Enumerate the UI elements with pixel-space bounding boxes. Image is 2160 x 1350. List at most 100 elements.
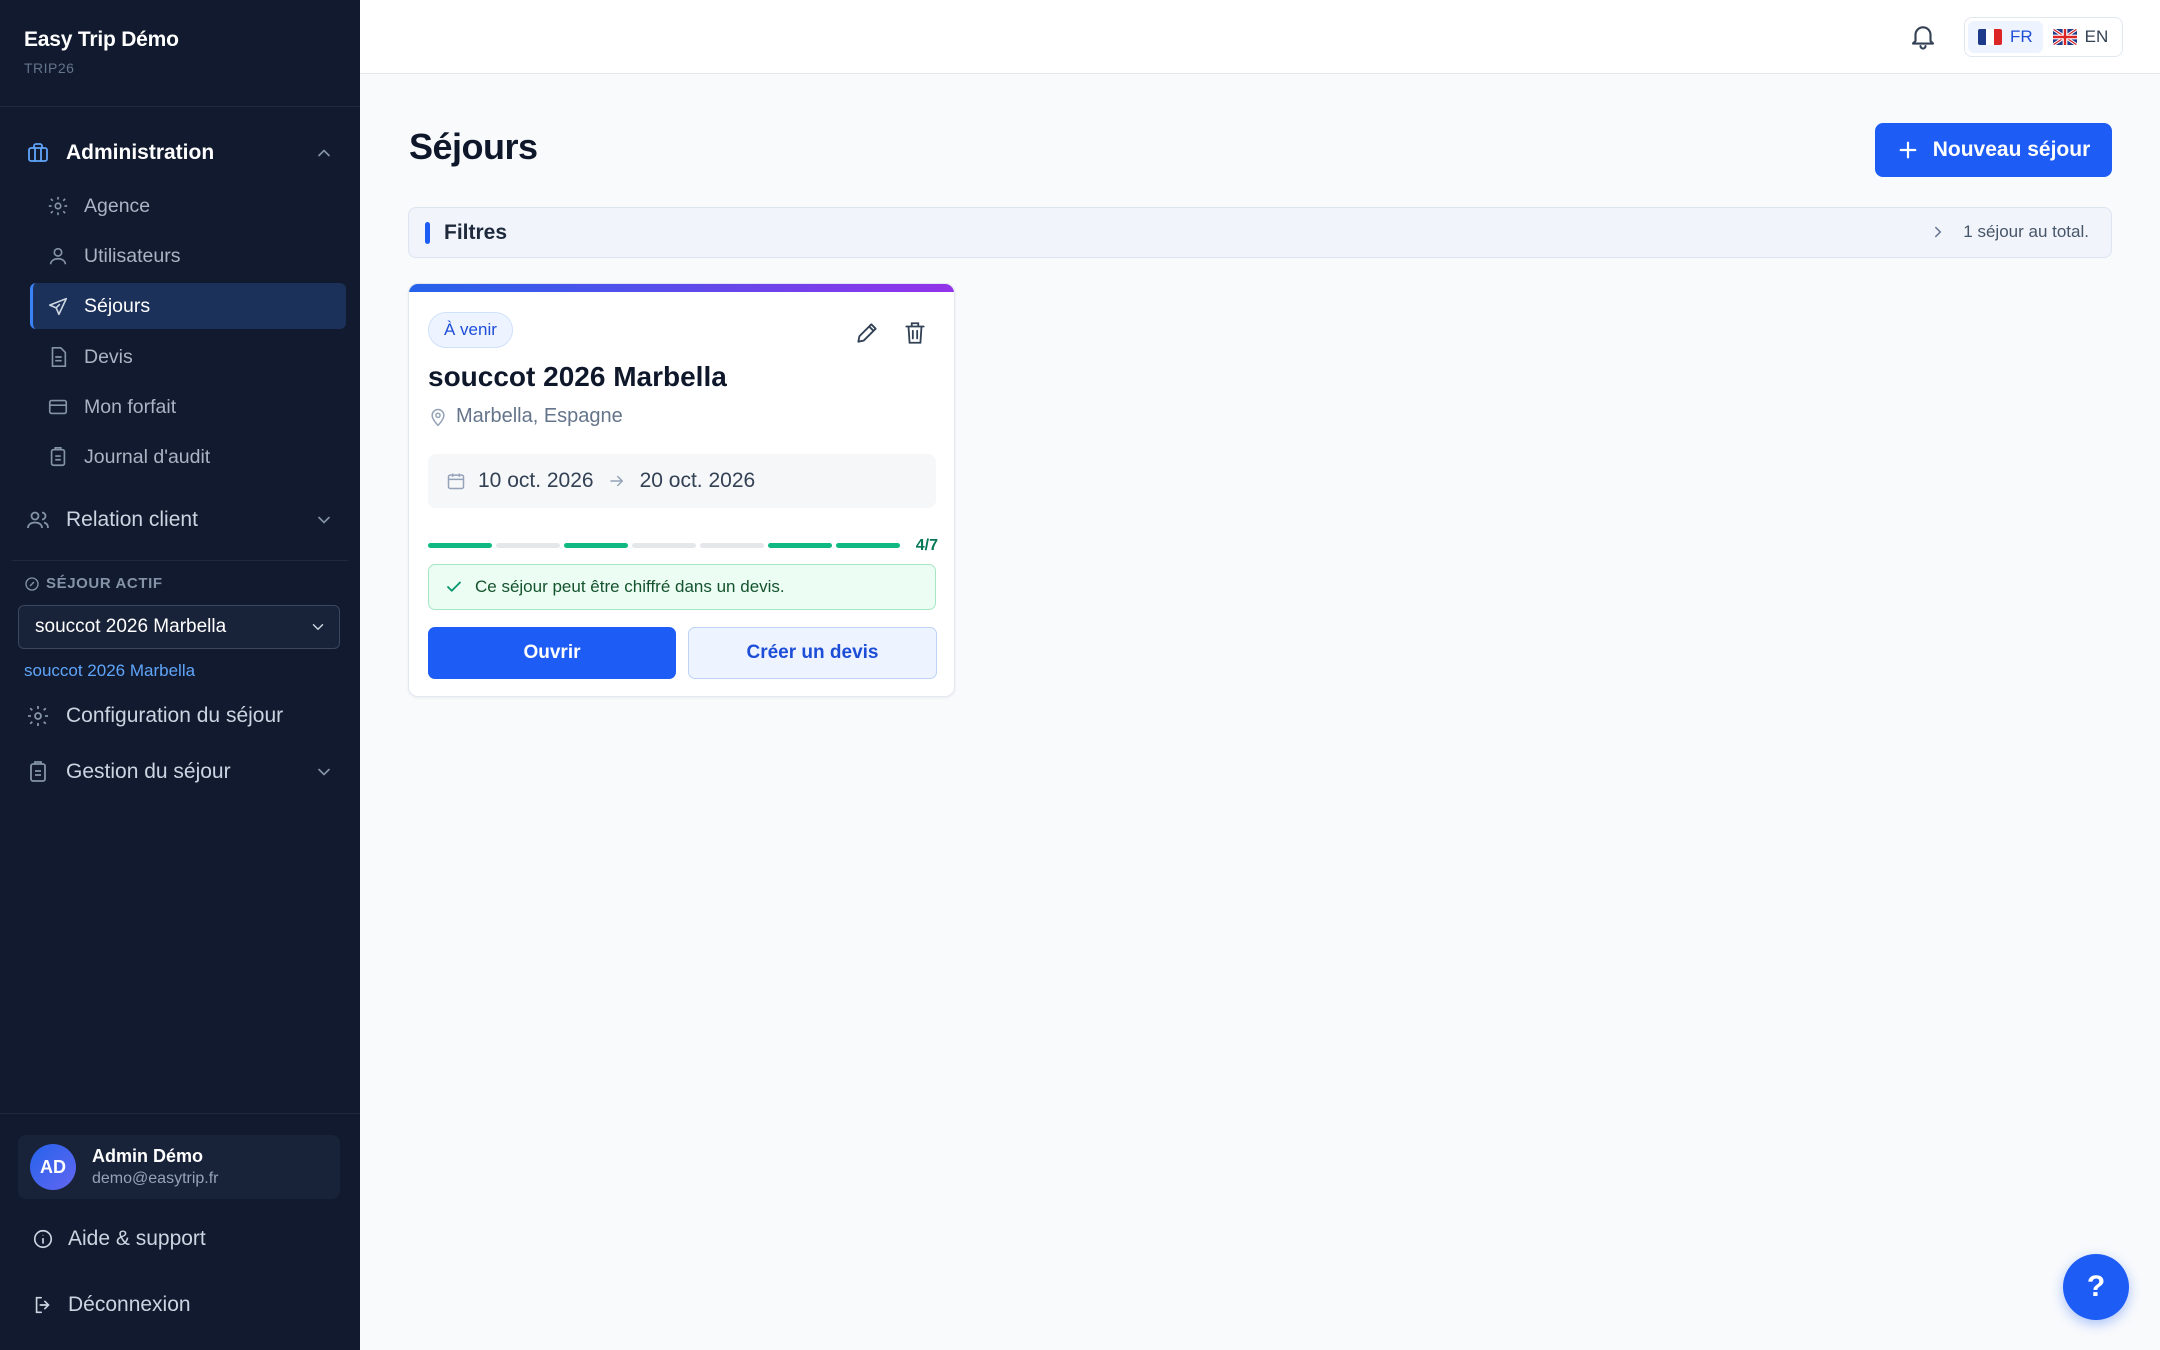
calendar-icon [446, 471, 466, 491]
active-stay-label-text: SÉJOUR ACTIF [46, 575, 163, 592]
help-support-link[interactable]: Aide & support [30, 1219, 206, 1259]
stay-card: À venir souccot 2026 Marbella Marbella, … [408, 283, 955, 697]
bell-icon[interactable] [1908, 20, 1938, 52]
language-code: FR [2010, 27, 2033, 46]
active-stay-value: souccot 2026 Marbella [35, 616, 227, 637]
brand-code: TRIP26 [24, 60, 75, 76]
progress-segment [632, 543, 696, 548]
user-email: demo@easytrip.fr [92, 1170, 219, 1187]
help-fab-button[interactable]: ? [2063, 1254, 2129, 1320]
active-stay-link[interactable]: souccot 2026 Marbella [24, 661, 195, 681]
divider [0, 106, 360, 107]
status-badge: À venir [428, 312, 513, 348]
sidebar-item-agence[interactable]: Agence [30, 183, 346, 229]
map-pin-icon [428, 406, 448, 428]
chevron-up-icon [318, 149, 330, 157]
stay-location-text: Marbella, Espagne [456, 405, 623, 427]
sidebar-item-label: Agence [84, 194, 151, 217]
credit-card-icon [46, 395, 70, 419]
help-support-label: Aide & support [68, 1227, 206, 1250]
chevron-down-icon [312, 624, 324, 631]
stay-location: Marbella, Espagne [428, 405, 623, 428]
chevron-down-icon [318, 516, 330, 524]
sidebar-item-utilisateurs[interactable]: Utilisateurs [30, 233, 346, 279]
language-en-button[interactable]: EN [2043, 21, 2119, 53]
sidebar-item-journal-audit[interactable]: Journal d'audit [30, 434, 346, 480]
brand-name: Easy Trip Démo [24, 28, 179, 51]
create-quote-button[interactable]: Créer un devis [688, 627, 937, 679]
brand: Easy Trip Démo TRIP26 [24, 28, 179, 76]
user-name: Admin Démo [92, 1146, 204, 1166]
topbar [360, 0, 2160, 74]
stay-progress: 4/7 [428, 537, 938, 555]
nav-group-label: Configuration du séjour [66, 704, 284, 727]
nav-group-administration[interactable]: Administration [24, 133, 342, 173]
nav-group-relation-client[interactable]: Relation client [24, 500, 342, 540]
uk-flag-icon [2052, 29, 2077, 45]
new-stay-button[interactable]: Nouveau séjour [1875, 123, 2112, 177]
france-flag-icon [1978, 29, 2002, 45]
arrow-right-icon [608, 472, 626, 490]
info-icon [30, 1226, 56, 1252]
new-stay-label: Nouveau séjour [1932, 138, 2091, 161]
progress-segment [496, 543, 560, 548]
target-icon [24, 576, 40, 592]
quote-ready-text: Ce séjour peut être chiffré dans un devi… [475, 577, 785, 596]
stay-dates: 10 oct. 2026 20 oct. 2026 [428, 454, 936, 508]
logout-label: Déconnexion [68, 1293, 191, 1316]
nav-group-label: Gestion du séjour [66, 760, 231, 783]
clipboard-icon [24, 758, 52, 786]
language-fr-button[interactable]: FR [1968, 21, 2043, 53]
nav-item-configuration-sejour[interactable]: Configuration du séjour [24, 696, 342, 736]
filters-panel[interactable]: Filtres 1 séjour au total. [408, 207, 2112, 258]
pencil-icon[interactable] [854, 320, 880, 346]
avatar: AD [30, 1144, 76, 1190]
nav-group-gestion-sejour[interactable]: Gestion du séjour [24, 752, 342, 792]
plus-icon [1897, 139, 1919, 161]
nav-group-label: Administration [66, 141, 215, 164]
sidebar-item-sejours[interactable]: Séjours [30, 283, 346, 329]
divider [12, 560, 348, 561]
progress-segment [428, 543, 492, 548]
stay-total-count: 1 séjour au total. [1963, 222, 2089, 241]
plane-icon [46, 294, 70, 318]
sidebar-item-devis[interactable]: Devis [30, 334, 346, 380]
sidebar-item-label: Devis [84, 345, 133, 368]
quote-ready-message: Ce séjour peut être chiffré dans un devi… [428, 564, 936, 610]
gear-icon [46, 194, 70, 218]
chevron-right-icon [1929, 223, 1947, 241]
end-date: 20 oct. 2026 [639, 469, 756, 492]
logout-link[interactable]: Déconnexion [30, 1285, 191, 1325]
nav-group-label: Relation client [66, 508, 198, 531]
sidebar-item-label: Journal d'audit [84, 445, 211, 468]
progress-segment [564, 543, 628, 548]
progress-count: 4/7 [915, 537, 938, 554]
divider [0, 1113, 360, 1114]
user-card[interactable]: AD Admin Démo demo@easytrip.fr [18, 1135, 340, 1199]
language-code: EN [2084, 27, 2109, 46]
active-stay-select[interactable]: souccot 2026 Marbella [18, 605, 340, 649]
filters-accent-bar [425, 221, 430, 244]
sidebar-item-mon-forfait[interactable]: Mon forfait [30, 384, 346, 430]
chevron-down-icon [318, 768, 330, 776]
active-stay-label: SÉJOUR ACTIF [24, 575, 163, 592]
progress-segment [836, 543, 900, 548]
sidebar-item-label: Séjours [84, 294, 151, 317]
document-icon [46, 345, 70, 369]
stay-title: souccot 2026 Marbella [428, 361, 727, 392]
check-icon [445, 578, 463, 596]
progress-segment [700, 543, 764, 548]
start-date: 10 oct. 2026 [478, 469, 594, 492]
page-title: Séjours [409, 126, 538, 167]
sidebar-item-label: Utilisateurs [84, 244, 181, 267]
trash-icon[interactable] [902, 320, 928, 346]
gear-icon [24, 702, 52, 730]
progress-segment [768, 543, 832, 548]
logout-icon [30, 1292, 56, 1318]
briefcase-icon [24, 139, 52, 167]
open-stay-button[interactable]: Ouvrir [428, 627, 676, 679]
filters-title: Filtres [444, 220, 508, 244]
sidebar: Easy Trip Démo TRIP26 Administration Age… [0, 0, 360, 1350]
sidebar-item-label: Mon forfait [84, 395, 177, 418]
user-icon [46, 244, 70, 268]
